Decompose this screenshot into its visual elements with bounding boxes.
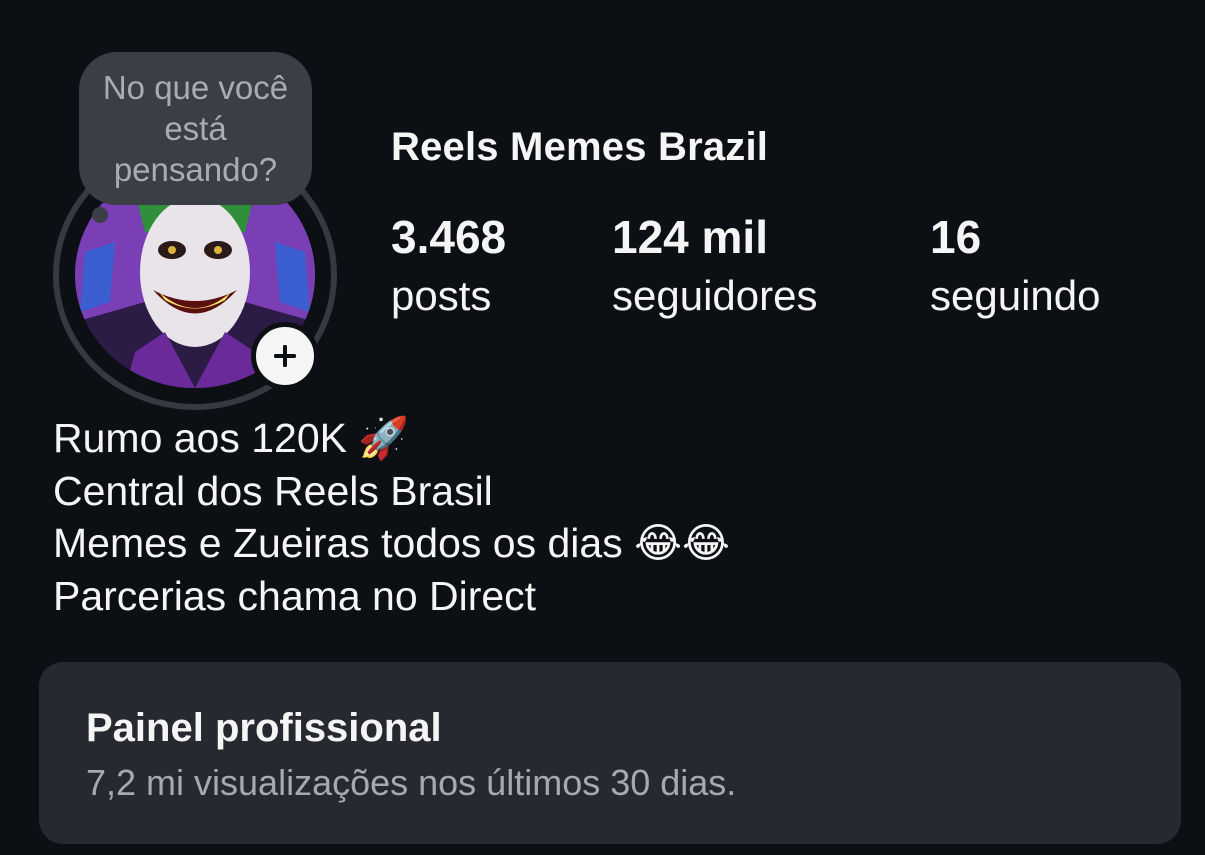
stat-followers[interactable]: 124 mil seguidores xyxy=(612,210,817,324)
plus-icon xyxy=(274,345,296,367)
professional-dashboard-card[interactable]: Painel profissional 7,2 mi visualizações… xyxy=(39,662,1181,844)
bio-line: Rumo aos 120K 🚀 xyxy=(53,415,410,461)
bio-line: Central dos Reels Brasil xyxy=(53,467,493,514)
stat-following-label: seguindo xyxy=(930,272,1101,319)
dashboard-title: Painel profissional xyxy=(86,706,442,750)
note-bubble-tail xyxy=(92,207,108,223)
stat-following[interactable]: 16 seguindo xyxy=(930,210,1100,324)
stat-following-value: 16 xyxy=(930,211,982,263)
dashboard-subtitle: 7,2 mi visualizações nos últimos 30 dias… xyxy=(86,762,737,803)
add-story-button[interactable] xyxy=(251,322,319,390)
stat-posts-value: 3.468 xyxy=(391,211,507,263)
bio-line: Parcerias chama no Direct xyxy=(53,572,537,619)
stat-posts-label: posts xyxy=(391,272,492,319)
stat-posts[interactable]: 3.468 posts xyxy=(391,210,506,324)
bio-line: Memes e Zueiras todos os dias 😂😂 xyxy=(53,520,730,566)
note-bubble[interactable]: No que você está pensando? xyxy=(79,52,312,205)
stat-followers-label: seguidores xyxy=(612,272,818,319)
note-placeholder: No que você está pensando? xyxy=(102,69,289,188)
profile-bio: Rumo aos 120K 🚀 Central dos Reels Brasil… xyxy=(53,412,730,622)
stat-followers-value: 124 mil xyxy=(612,211,768,263)
profile-name: Reels Memes Brazil xyxy=(391,125,769,169)
